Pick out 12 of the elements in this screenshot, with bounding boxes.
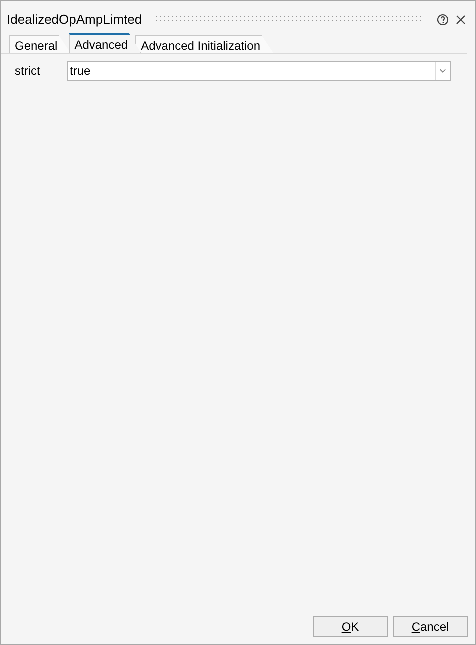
help-icon[interactable]: [437, 14, 449, 26]
window-title: IdealizedOpAmpLimted: [7, 12, 142, 27]
tab[interactable]: Advanced: [68, 33, 142, 53]
close-icon[interactable]: [455, 14, 467, 26]
ok-button[interactable]: OK: [313, 616, 388, 637]
property-label: strict: [15, 64, 42, 78]
dropdown-value: true: [70, 64, 92, 78]
tab[interactable]: General: [9, 35, 71, 53]
tab[interactable]: Advanced Initialization: [135, 35, 274, 53]
chevron-down-icon[interactable]: [439, 67, 447, 75]
value-dropdown[interactable]: true: [67, 61, 451, 81]
cancel-button[interactable]: Cancel: [393, 616, 468, 637]
